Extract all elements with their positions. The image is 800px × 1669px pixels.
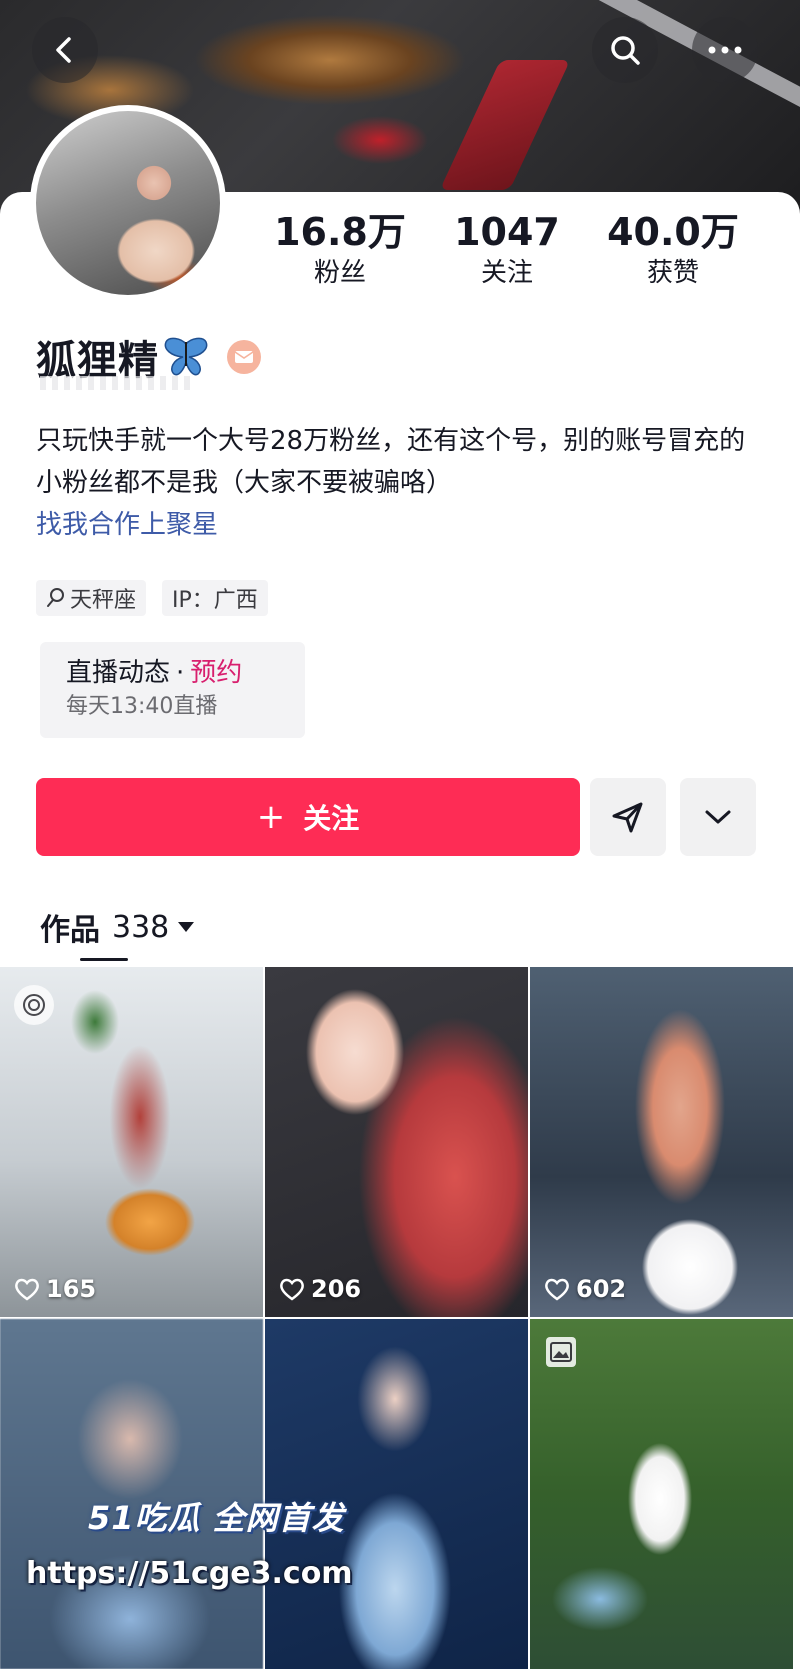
more-button[interactable] bbox=[692, 17, 758, 83]
chevron-down-icon bbox=[705, 810, 731, 824]
tag-label: 天秤座 bbox=[70, 588, 137, 613]
chevron-left-icon bbox=[56, 37, 71, 63]
stat-value: 40.0万 bbox=[607, 210, 739, 254]
tab-indicator bbox=[80, 958, 128, 961]
video-likes-count: 206 bbox=[311, 1275, 362, 1303]
heart-icon bbox=[545, 1278, 569, 1301]
tab-works-label: 作品 bbox=[40, 913, 100, 948]
separator: · bbox=[176, 658, 185, 688]
tab-works-count: 338 bbox=[112, 909, 170, 945]
stat-label: 获赞 bbox=[646, 258, 699, 288]
live-title-row: 直播动态 · 预约 bbox=[66, 654, 279, 692]
tag-ip: IP：广西 bbox=[162, 580, 268, 616]
stat-value: 16.8万 bbox=[274, 210, 406, 254]
zodiac-icon bbox=[47, 588, 64, 607]
video-tile[interactable]: 165 bbox=[0, 967, 263, 1317]
avatar[interactable] bbox=[30, 105, 226, 301]
tab-works[interactable]: 作品 338 bbox=[40, 905, 195, 949]
banner-decoration bbox=[439, 60, 571, 190]
profile-bio: 只玩快手就一个大号28万粉丝，还有这个号，别的账号冒充的小粉丝都不是我（大家不要… bbox=[36, 426, 746, 498]
more-icon bbox=[708, 46, 742, 54]
video-likes: 165 bbox=[14, 1275, 96, 1303]
stat-following[interactable]: 1047 关注 bbox=[422, 210, 592, 290]
watermark-brand: 51吃瓜 全网首发 bbox=[88, 1499, 345, 1537]
tag-label: IP：广西 bbox=[172, 588, 258, 613]
share-button[interactable] bbox=[590, 778, 666, 856]
tag-zodiac[interactable]: 天秤座 bbox=[36, 580, 147, 616]
live-schedule: 每天13:40直播 bbox=[66, 694, 218, 719]
back-button[interactable] bbox=[32, 17, 98, 83]
search-button[interactable] bbox=[592, 17, 658, 83]
profile-tags: 天秤座 IP：广西 bbox=[36, 580, 268, 616]
video-likes-count: 602 bbox=[576, 1275, 627, 1303]
live-schedule-card[interactable]: 直播动态 · 预约 每天13:40直播 bbox=[40, 642, 305, 738]
stat-likes[interactable]: 40.0万 获赞 bbox=[588, 210, 758, 290]
video-likes: 206 bbox=[279, 1275, 361, 1303]
reserve-link[interactable]: 预约 bbox=[190, 658, 242, 688]
plus-icon: + bbox=[256, 797, 286, 837]
redacted-handle bbox=[40, 376, 190, 390]
heart-icon bbox=[280, 1278, 304, 1301]
image-post-icon bbox=[546, 1337, 576, 1367]
stat-label: 关注 bbox=[480, 258, 533, 288]
video-likes-count: 165 bbox=[46, 1275, 97, 1303]
video-likes: 602 bbox=[544, 1275, 626, 1303]
search-icon bbox=[611, 36, 640, 65]
live-title: 直播动态 bbox=[66, 658, 171, 688]
video-tile[interactable] bbox=[530, 1319, 793, 1669]
stat-label: 粉丝 bbox=[313, 258, 366, 288]
follow-label: 关注 bbox=[303, 802, 360, 835]
watermark-url: https://51cge3.com bbox=[26, 1556, 353, 1591]
stat-followers[interactable]: 16.8万 粉丝 bbox=[255, 210, 425, 290]
stat-value: 1047 bbox=[454, 210, 560, 254]
heart-icon bbox=[15, 1278, 39, 1301]
verified-badge[interactable] bbox=[227, 340, 261, 374]
target-icon bbox=[14, 985, 54, 1025]
caret-down-icon bbox=[178, 922, 195, 932]
video-tile[interactable]: 206 bbox=[265, 967, 528, 1317]
video-tile[interactable]: 602 bbox=[530, 967, 793, 1317]
follow-button[interactable]: + 关注 bbox=[36, 778, 580, 856]
send-icon bbox=[612, 802, 643, 833]
butterfly-icon bbox=[164, 337, 208, 376]
envelope-icon bbox=[234, 351, 254, 363]
bio-link[interactable]: 找我合作上聚星 bbox=[36, 504, 218, 546]
expand-button[interactable] bbox=[680, 778, 756, 856]
